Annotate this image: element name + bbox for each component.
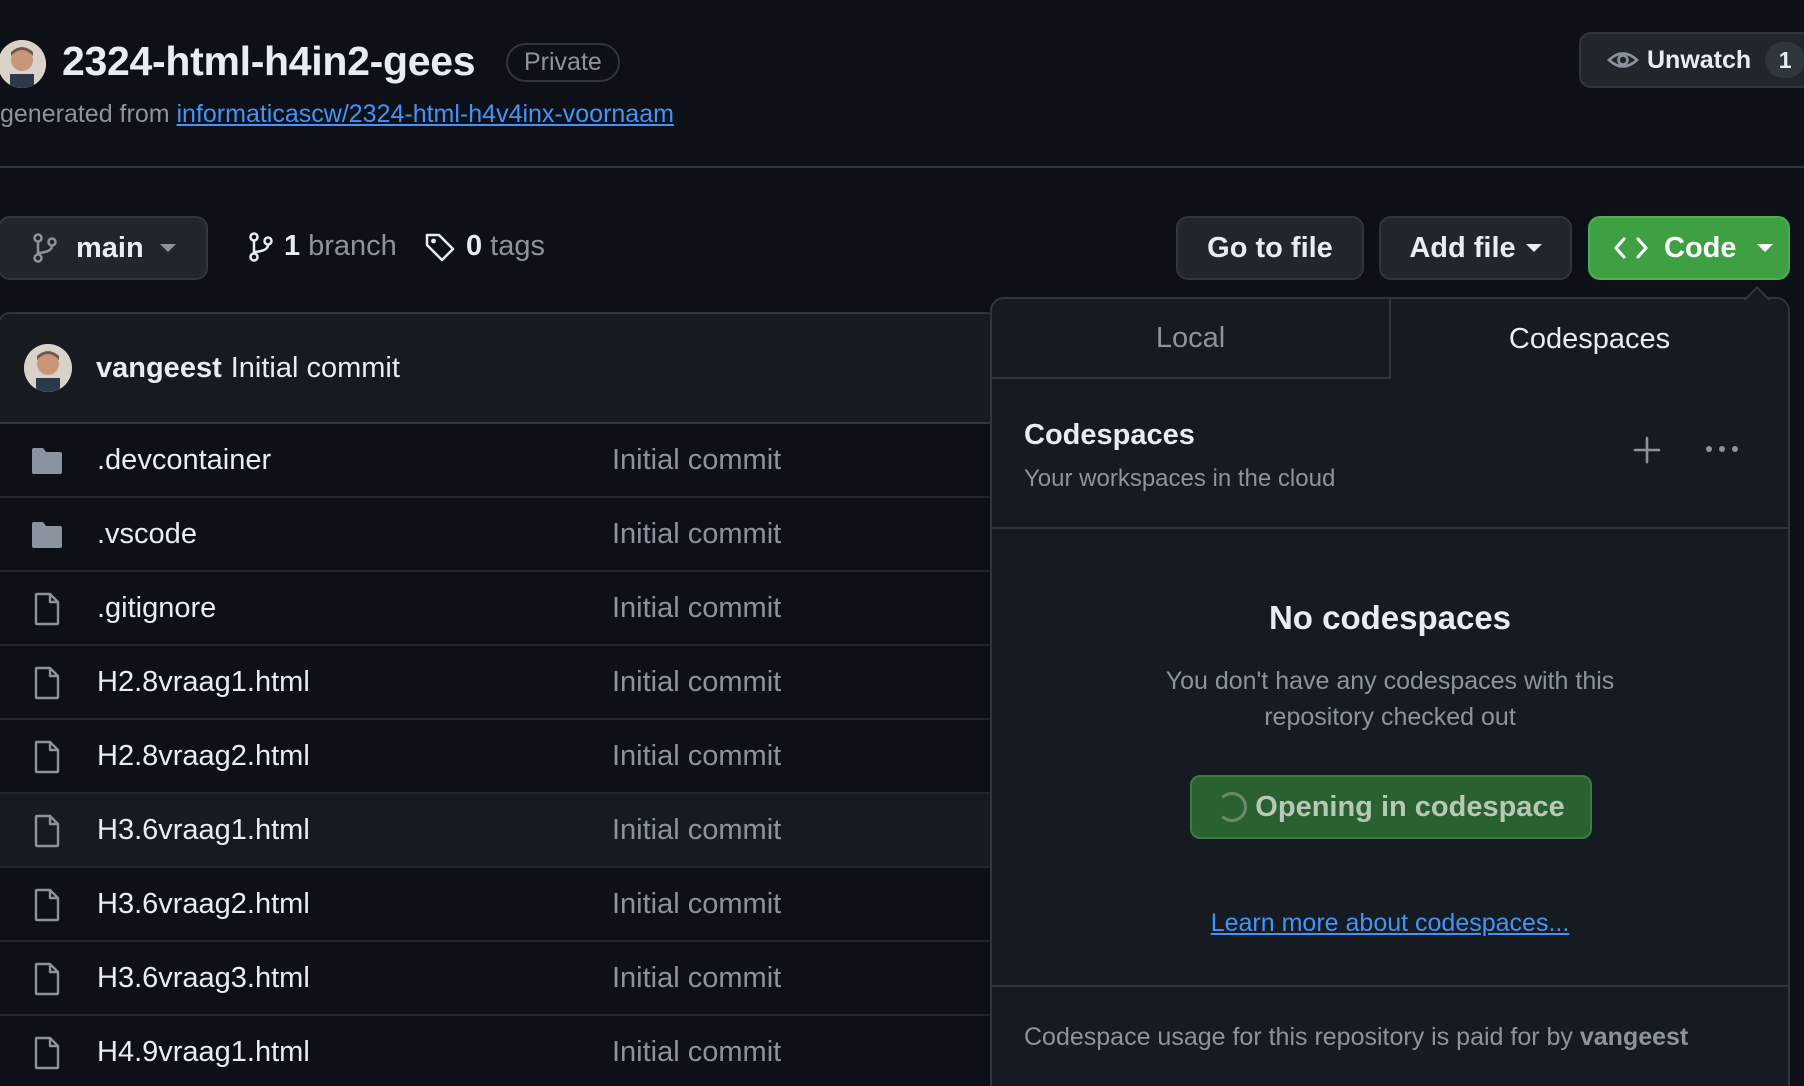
file-name[interactable]: .devcontainer [97,444,271,477]
file-name[interactable]: H3.6vraag1.html [97,814,310,847]
plus-icon[interactable] [1632,435,1662,465]
file-row[interactable]: .vscode Initial commit [0,498,996,572]
generated-from-line: generated from informaticascw/2324-html-… [0,100,674,129]
branches-link[interactable]: 1 branch [248,230,397,263]
avatar-image [24,344,72,392]
tag-count: 0 [466,230,483,262]
more-options-icon[interactable] [1704,437,1740,461]
code-dropdown-tabs: Local Codespaces [992,299,1788,379]
file-row[interactable]: H3.6vraag3.html Initial commit [0,942,996,1016]
file-commit-message[interactable]: Initial commit [612,888,781,921]
codespaces-title: Codespaces [1024,419,1195,451]
go-to-file-button[interactable]: Go to file [1176,216,1364,280]
file-icon [34,592,60,626]
tag-word: tags [490,230,545,262]
chevron-down-icon [1525,244,1542,252]
repo-owner-avatar[interactable] [0,40,46,88]
file-name[interactable]: H3.6vraag2.html [97,888,310,921]
code-label: Code [1664,231,1737,264]
generated-prefix: generated from [0,100,170,128]
file-row[interactable]: H4.9vraag1.html Initial commit [0,1016,996,1086]
file-commit-message[interactable]: Initial commit [612,518,781,551]
tags-link[interactable]: 0 tags [424,230,545,263]
tab-local[interactable]: Local [992,299,1389,379]
file-row[interactable]: H2.8vraag1.html Initial commit [0,646,996,720]
opening-codespace-label: Opening in codespace [1255,790,1565,823]
file-row[interactable]: .gitignore Initial commit [0,572,996,646]
codespaces-empty-state: No codespaces You don't have any codespa… [992,529,1788,987]
visibility-badge: Private [506,43,620,82]
chevron-down-icon [159,244,176,252]
commit-author[interactable]: vangeest [96,352,222,385]
file-row[interactable]: H2.8vraag2.html Initial commit [0,720,996,794]
file-name[interactable]: .vscode [97,518,197,551]
add-file-button[interactable]: Add file [1379,216,1572,280]
file-browser: vangeest Initial commit .devcontainer Ini… [0,312,998,1086]
folder-icon [32,522,62,548]
watcher-count: 1 [1765,42,1804,78]
billing-owner: vangeest [1579,1023,1689,1051]
git-branch-icon [33,233,57,263]
file-commit-message[interactable]: Initial commit [612,740,781,773]
go-to-file-label: Go to file [1207,231,1333,264]
file-icon [34,1036,60,1070]
branch-count: 1 [284,230,301,262]
current-branch-label: main [76,231,144,264]
file-name[interactable]: .gitignore [97,592,216,625]
page: 2324-html-h4in2-gees Private generated f… [0,0,1804,1086]
codespaces-header: Codespaces Your workspaces in the cloud [992,379,1788,529]
file-row[interactable]: H3.6vraag1.html Initial commit [0,794,996,868]
file-commit-message[interactable]: Initial commit [612,962,781,995]
file-name[interactable]: H4.9vraag1.html [97,1036,310,1069]
unwatch-label: Unwatch [1647,45,1752,74]
empty-state-title: No codespaces [1268,599,1512,636]
codespaces-footer: Codespace usage for this repository is p… [992,987,1788,1086]
loading-spinner-icon [1217,792,1248,822]
header-divider [0,166,1804,168]
file-icon [34,814,60,848]
git-branch-icon [249,231,273,262]
billing-note: Codespace usage for this repository is p… [1024,1023,1688,1052]
file-icon [34,666,60,700]
file-name[interactable]: H2.8vraag1.html [97,666,310,699]
chevron-down-icon [1756,244,1773,252]
tab-codespaces[interactable]: Codespaces [1389,299,1788,379]
unwatch-button[interactable]: Unwatch 1 [1579,32,1804,88]
billing-prefix: Codespace usage for this repository is p… [1024,1023,1573,1051]
file-commit-message[interactable]: Initial commit [612,666,781,699]
file-name[interactable]: H2.8vraag2.html [97,740,310,773]
commit-message[interactable]: Initial commit [231,352,400,385]
template-repo-link[interactable]: informaticascw/2324-html-h4v4inx-voornaa… [177,100,674,128]
learn-more-link[interactable]: Learn more about codespaces... [992,909,1788,938]
file-icon [34,962,60,996]
opening-codespace-button[interactable]: Opening in codespace [1190,775,1592,839]
codespaces-subtitle: Your workspaces in the cloud [1024,465,1336,492]
repo-title[interactable]: 2324-html-h4in2-gees [62,38,476,85]
eye-icon [1607,52,1639,68]
file-icon [34,888,60,922]
branch-word: branch [308,230,397,262]
code-button[interactable]: Code [1588,216,1790,280]
commit-author-avatar[interactable] [24,344,72,392]
empty-state-text: You don't have any codespaces with this … [1165,667,1615,731]
file-commit-message[interactable]: Initial commit [612,814,781,847]
latest-commit-bar: vangeest Initial commit [0,314,996,424]
branch-selector[interactable]: main [0,216,208,280]
dropdown-pointer-inner [1745,289,1769,301]
file-commit-message[interactable]: Initial commit [612,444,781,477]
file-list: .devcontainer Initial commit .vscode Initia… [0,424,996,1086]
add-file-label: Add file [1409,231,1516,264]
file-icon [34,740,60,774]
code-icon [1614,237,1648,259]
file-name[interactable]: H3.6vraag3.html [97,962,310,995]
code-dropdown: Local Codespaces Codespaces Your workspa… [990,297,1790,1086]
folder-icon [32,448,62,474]
file-row[interactable]: .devcontainer Initial commit [0,424,996,498]
tag-icon [425,233,455,261]
avatar-image [0,40,46,88]
file-commit-message[interactable]: Initial commit [612,592,781,625]
file-row[interactable]: H3.6vraag2.html Initial commit [0,868,996,942]
file-commit-message[interactable]: Initial commit [612,1036,781,1069]
